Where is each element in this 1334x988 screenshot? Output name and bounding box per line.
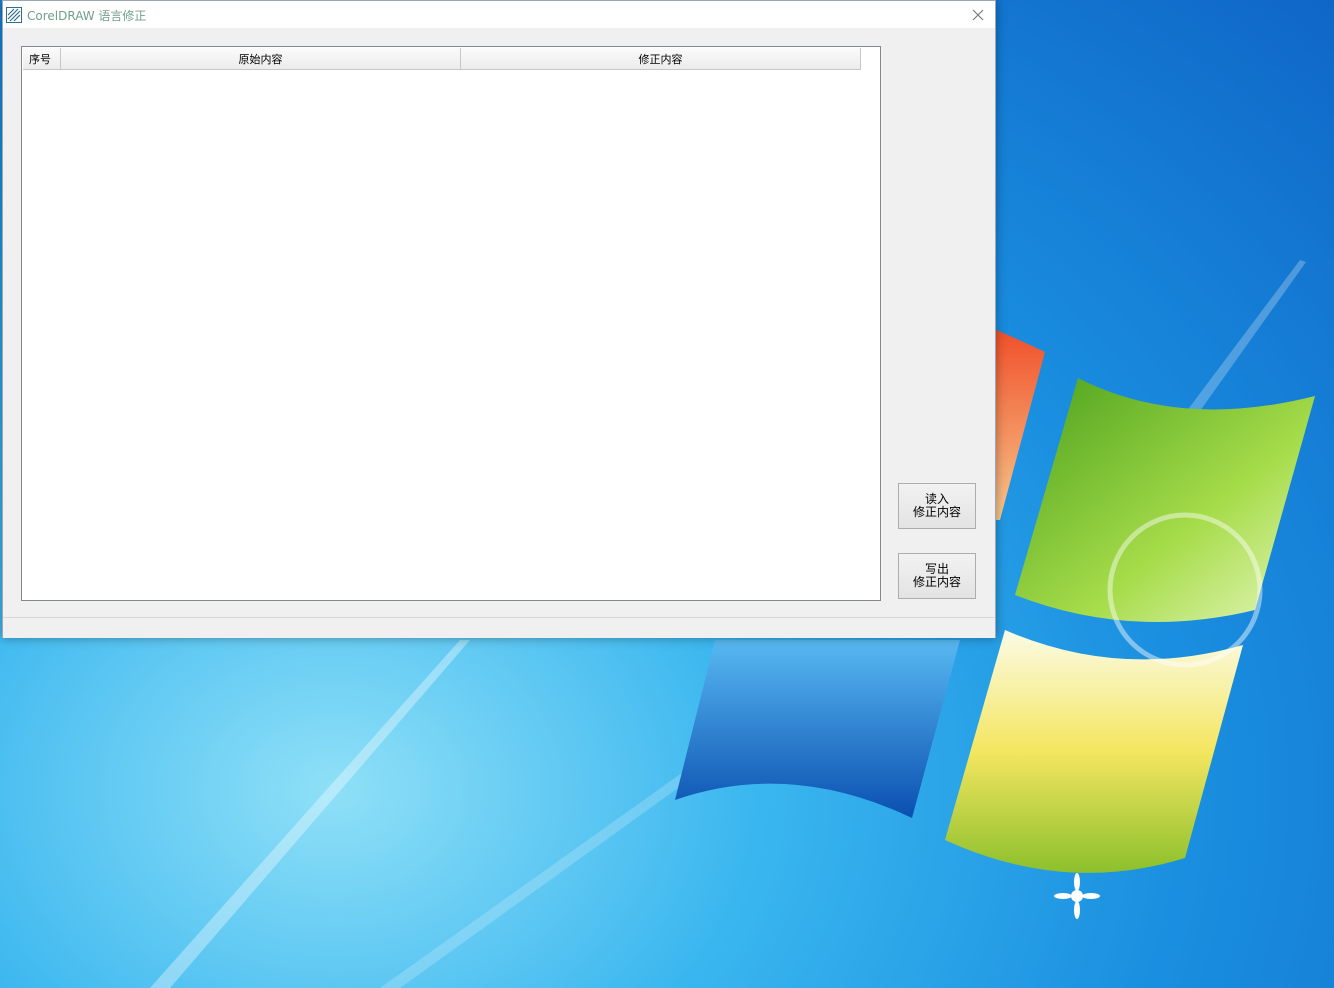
app-window: CorelDRAW 语言修正 序号 原始内容 修正内容 读入 修正内容 写出 修… [2, 0, 996, 638]
content-list-view[interactable]: 序号 原始内容 修正内容 [21, 46, 881, 601]
column-header-index[interactable]: 序号 [23, 48, 61, 70]
list-header: 序号 原始内容 修正内容 [23, 48, 861, 70]
read-corrections-button[interactable]: 读入 修正内容 [898, 483, 976, 529]
window-title: CorelDRAW 语言修正 [27, 9, 147, 23]
read-button-label-line2: 修正内容 [912, 505, 961, 519]
column-header-corrected-content[interactable]: 修正内容 [461, 48, 861, 70]
write-button-label-line2: 修正内容 [912, 575, 961, 589]
status-bar [3, 617, 995, 638]
write-corrections-button[interactable]: 写出 修正内容 [898, 553, 976, 599]
coreldraw-app-icon [6, 7, 22, 23]
title-bar[interactable]: CorelDRAW 语言修正 [3, 1, 995, 28]
close-icon [972, 9, 984, 20]
column-header-original-content[interactable]: 原始内容 [61, 48, 461, 70]
close-button[interactable] [961, 1, 995, 28]
